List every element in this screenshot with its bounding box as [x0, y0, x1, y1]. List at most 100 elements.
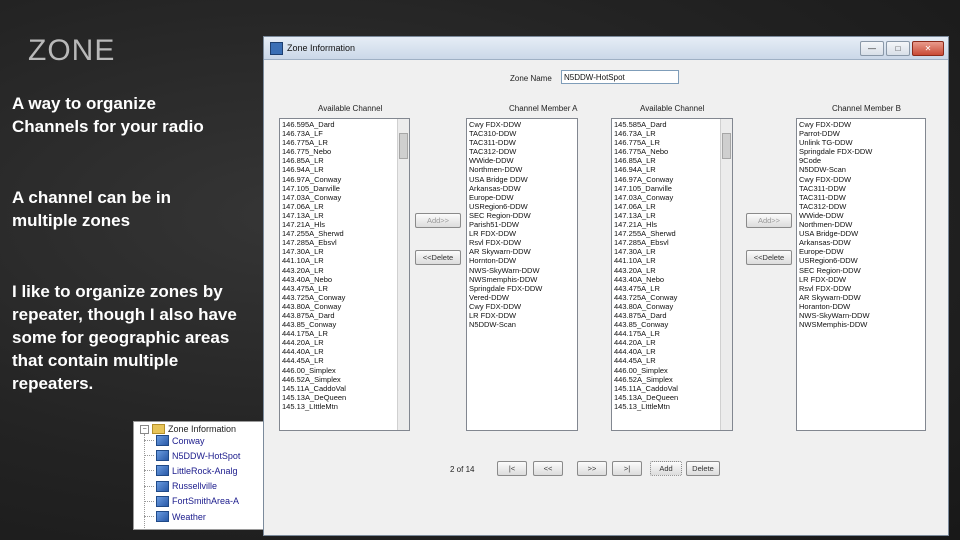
- list-item[interactable]: 147.06A_LR: [614, 202, 730, 211]
- list-item[interactable]: 443.85_Conway: [282, 320, 407, 329]
- list-item[interactable]: 443.875A_Dard: [282, 311, 407, 320]
- list-item[interactable]: 147.03A_Conway: [282, 193, 407, 202]
- list-item[interactable]: 147.285A_Ebsvl: [614, 238, 730, 247]
- list-item[interactable]: 441.10A_LR: [614, 256, 730, 265]
- list-item[interactable]: Springdale FDX-DDW: [469, 284, 575, 293]
- list-item[interactable]: 147.285A_Ebsvl: [282, 238, 407, 247]
- list-item[interactable]: 446.00_Simplex: [282, 366, 407, 375]
- list-item[interactable]: 9Code: [799, 156, 923, 165]
- list-item[interactable]: 443.80A_Conway: [614, 302, 730, 311]
- tree-node[interactable]: Conway: [144, 435, 205, 446]
- list-item[interactable]: WWide-DDW: [799, 211, 923, 220]
- list-item[interactable]: 146.97A_Conway: [614, 175, 730, 184]
- list-item[interactable]: 147.105_Danville: [282, 184, 407, 193]
- list-item[interactable]: Cwy FDX-DDW: [799, 175, 923, 184]
- list-item[interactable]: 446.52A_Simplex: [282, 375, 407, 384]
- list-item[interactable]: 145.585A_Dard: [614, 120, 730, 129]
- list-item[interactable]: 443.40A_Nebo: [614, 275, 730, 284]
- scrollbar[interactable]: [720, 119, 732, 430]
- list-item[interactable]: 145.13A_DeQueen: [282, 393, 407, 402]
- window-titlebar[interactable]: Zone Information — □ ✕: [264, 37, 948, 60]
- list-item[interactable]: Europe-DDW: [799, 247, 923, 256]
- list-item[interactable]: 147.30A_LR: [614, 247, 730, 256]
- list-item[interactable]: 146.775A_LR: [614, 138, 730, 147]
- zone-name-input[interactable]: [561, 70, 679, 84]
- channel-member-a-list[interactable]: Cwy FDX-DDW TAC310-DDW TAC311-DDW TAC312-DD…: [466, 118, 578, 431]
- list-item[interactable]: USA Bridge DDW: [469, 175, 575, 184]
- list-item[interactable]: 147.105_Danville: [614, 184, 730, 193]
- collapse-icon[interactable]: −: [140, 424, 149, 434]
- previous-record-button[interactable]: <<: [533, 461, 563, 476]
- list-item[interactable]: 443.475A_LR: [282, 284, 407, 293]
- list-item[interactable]: 444.40A_LR: [282, 347, 407, 356]
- add-to-zone-a-button[interactable]: Add>>: [415, 213, 461, 228]
- list-item[interactable]: 443.20A_LR: [614, 266, 730, 275]
- available-channel-a-list[interactable]: 146.595A_Dard 146.73A_LF 146.775A_LR 146.77…: [279, 118, 410, 431]
- list-item[interactable]: TAC311-DDW: [799, 184, 923, 193]
- maximize-button[interactable]: □: [886, 40, 910, 56]
- list-item[interactable]: 444.20A_LR: [614, 338, 730, 347]
- list-item[interactable]: TAC312-DDW: [799, 202, 923, 211]
- list-item[interactable]: 146.85A_LR: [614, 156, 730, 165]
- list-item[interactable]: 443.725A_Conway: [282, 293, 407, 302]
- list-item[interactable]: Cwy FDX-DDW: [469, 120, 575, 129]
- list-item[interactable]: Horanton-DDW: [799, 302, 923, 311]
- list-item[interactable]: 146.595A_Dard: [282, 120, 407, 129]
- list-item[interactable]: Rsvl FDX-DDW: [469, 238, 575, 247]
- list-item[interactable]: 145.11A_CaddoVal: [614, 384, 730, 393]
- tree-node[interactable]: N5DDW-HotSpot: [144, 450, 240, 462]
- list-item[interactable]: 444.175A_LR: [614, 329, 730, 338]
- list-item[interactable]: NWS-SkyWarn-DDW: [469, 266, 575, 275]
- list-item[interactable]: 443.80A_Conway: [282, 302, 407, 311]
- list-item[interactable]: Unlink TG-DDW: [799, 138, 923, 147]
- list-item[interactable]: 443.20A_LR: [282, 266, 407, 275]
- list-item[interactable]: 147.03A_Conway: [614, 193, 730, 202]
- list-item[interactable]: 446.00_Simplex: [614, 366, 730, 375]
- add-to-zone-b-button[interactable]: Add>>: [746, 213, 792, 228]
- list-item[interactable]: Arkansas-DDW: [469, 184, 575, 193]
- list-item[interactable]: TAC311-DDW: [469, 138, 575, 147]
- list-item[interactable]: 146.73A_LF: [282, 129, 407, 138]
- list-item[interactable]: LR FDX-DDW: [469, 311, 575, 320]
- list-item[interactable]: TAC310-DDW: [469, 129, 575, 138]
- scrollbar[interactable]: [397, 119, 409, 430]
- list-item[interactable]: 146.94A_LR: [614, 165, 730, 174]
- list-item[interactable]: Vered-DDW: [469, 293, 575, 302]
- add-zone-button[interactable]: Add: [650, 461, 682, 476]
- list-item[interactable]: 146.97A_Conway: [282, 175, 407, 184]
- list-item[interactable]: 147.13A_LR: [614, 211, 730, 220]
- list-item[interactable]: 147.255A_Sherwd: [282, 229, 407, 238]
- list-item[interactable]: 147.255A_Sherwd: [614, 229, 730, 238]
- delete-zone-button[interactable]: Delete: [686, 461, 720, 476]
- list-item[interactable]: 441.10A_LR: [282, 256, 407, 265]
- next-record-button[interactable]: >>: [577, 461, 607, 476]
- list-item[interactable]: TAC311-DDW: [799, 193, 923, 202]
- list-item[interactable]: 146.85A_LR: [282, 156, 407, 165]
- list-item[interactable]: 444.40A_LR: [614, 347, 730, 356]
- list-item[interactable]: LR FDX-DDW: [469, 229, 575, 238]
- list-item[interactable]: 443.725A_Conway: [614, 293, 730, 302]
- list-item[interactable]: 443.85_Conway: [614, 320, 730, 329]
- list-item[interactable]: 146.73A_LR: [614, 129, 730, 138]
- list-item[interactable]: Rsvl FDX-DDW: [799, 284, 923, 293]
- tree-node[interactable]: LittleRock-Analg: [144, 465, 238, 477]
- tree-root-node[interactable]: − Zone Information: [140, 424, 236, 434]
- first-record-button[interactable]: |<: [497, 461, 527, 476]
- list-item[interactable]: USA Bridge-DDW: [799, 229, 923, 238]
- channel-member-b-list[interactable]: Cwy FDX-DDW Parrot-DDW Unlink TG-DDW Spring…: [796, 118, 926, 431]
- list-item[interactable]: SEC Region-DDW: [469, 211, 575, 220]
- last-record-button[interactable]: >|: [612, 461, 642, 476]
- list-item[interactable]: Parrot-DDW: [799, 129, 923, 138]
- list-item[interactable]: 146.94A_LR: [282, 165, 407, 174]
- list-item[interactable]: 145.11A_CaddoVal: [282, 384, 407, 393]
- tree-node[interactable]: Russellville: [144, 480, 217, 492]
- list-item[interactable]: 444.175A_LR: [282, 329, 407, 338]
- list-item[interactable]: USRegion6-DDW: [469, 202, 575, 211]
- list-item[interactable]: N5DDW-Scan: [469, 320, 575, 329]
- list-item[interactable]: 147.21A_Hls: [614, 220, 730, 229]
- list-item[interactable]: Europe-DDW: [469, 193, 575, 202]
- list-item[interactable]: 147.30A_LR: [282, 247, 407, 256]
- scrollbar-thumb[interactable]: [399, 133, 408, 159]
- list-item[interactable]: 147.06A_LR: [282, 202, 407, 211]
- list-item[interactable]: Springdale FDX-DDW: [799, 147, 923, 156]
